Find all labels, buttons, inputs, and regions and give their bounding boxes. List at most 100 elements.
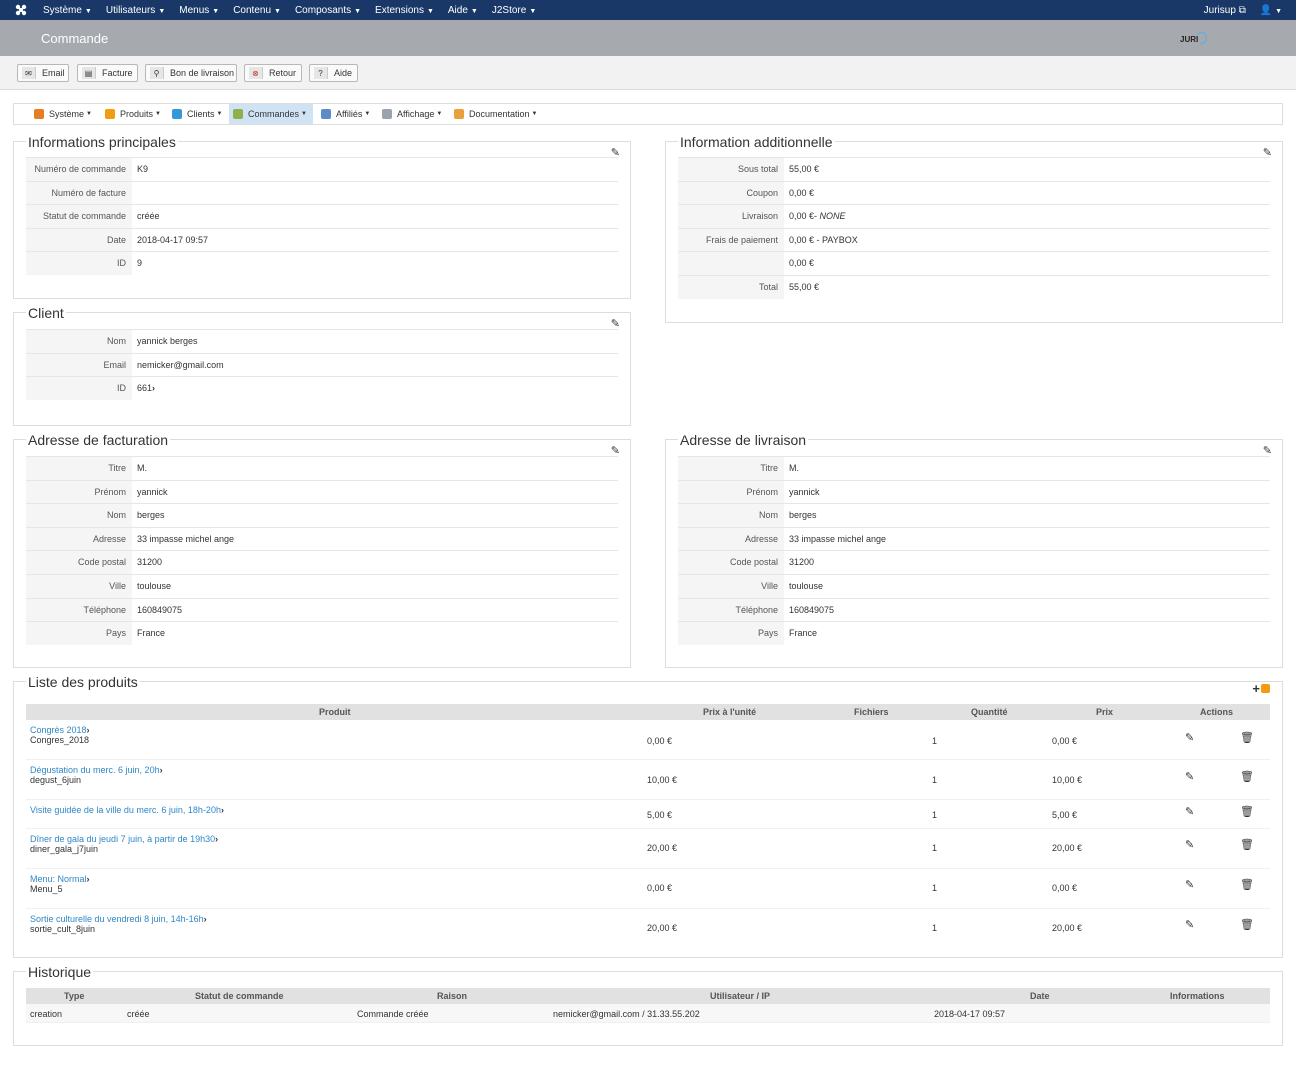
trash-icon[interactable]: 🗑 [1240, 731, 1254, 744]
svg-text:JURI: JURI [1180, 35, 1198, 44]
submenu-affilies[interactable]: Affiliés ▼ [317, 104, 374, 124]
product-link[interactable]: Congrès 2018 [30, 725, 87, 735]
add-product-button[interactable]: + [1252, 681, 1270, 696]
trash-icon[interactable]: 🗑 [1240, 805, 1254, 818]
edit-pencil-icon[interactable]: ✎ [1185, 731, 1194, 744]
field-label: Nom [26, 330, 132, 353]
menu-composants[interactable]: Composants ▼ [288, 5, 368, 16]
price: 5,00 € [1052, 810, 1078, 820]
help-button[interactable]: ? Aide [309, 64, 358, 82]
submenu-affichage[interactable]: Affichage ▼ [378, 104, 446, 124]
field-value: créée [137, 211, 160, 222]
users-icon [172, 109, 182, 119]
field-row: Numéro de facture [26, 180, 618, 205]
field-label: Téléphone [26, 598, 132, 622]
submenu-label: Produits [120, 109, 154, 119]
chevron-right-icon[interactable]: › [221, 805, 224, 815]
shipping-address-panel: Adresse de livraison ✎ Titre M. Prénom yan… [665, 432, 1283, 668]
field-label: ID [26, 252, 132, 275]
panel-legend: Informations principales [26, 134, 178, 150]
invoice-button[interactable]: ▤ Facture [77, 64, 138, 82]
menu-label: Système [43, 4, 82, 16]
menu-utilisateurs[interactable]: Utilisateurs ▼ [99, 5, 172, 16]
trash-icon[interactable]: 🗑 [1240, 838, 1254, 851]
chevron-right-icon[interactable]: › [87, 725, 90, 735]
field-row: Nom berges [678, 503, 1270, 527]
button-label: Retour [269, 68, 297, 78]
chevron-right-icon[interactable]: › [204, 914, 207, 924]
page-title: Commande [41, 31, 109, 46]
field-value: 2018-04-17 09:57 [137, 234, 209, 245]
action-toolbar: ✉ Email ▤ Facture ⚲ Bon de livraison ⊗ Retou… [0, 56, 1296, 90]
field-label: Coupon [678, 181, 784, 205]
submenu-clients[interactable]: Clients ▼ [168, 104, 226, 124]
edit-pencil-icon[interactable]: ✎ [1185, 878, 1194, 891]
chevron-right-icon[interactable]: › [87, 874, 90, 884]
submenu-produits[interactable]: Produits ▼ [101, 104, 165, 124]
trash-icon[interactable]: 🗑 [1240, 878, 1254, 891]
panel-legend: Client [26, 305, 66, 321]
product-link[interactable]: Visite guidée de la ville du merc. 6 jui… [30, 805, 221, 815]
product-link[interactable]: Dégustation du merc. 6 juin, 20h [30, 765, 160, 775]
column-header: Quantité [971, 707, 1008, 717]
edit-pencil-icon[interactable]: ✎ [1185, 918, 1194, 931]
field-row: Téléphone 160849075 [26, 597, 618, 622]
chevron-right-icon[interactable]: › [215, 834, 218, 844]
edit-pencil-icon[interactable]: ✎ [1185, 838, 1194, 851]
submenu-commandes[interactable]: Commandes ▼ [229, 104, 313, 124]
caret-down-icon: ▼ [354, 7, 362, 15]
field-row: Ville toulouse [26, 573, 618, 598]
display-icon [382, 109, 392, 119]
topbar-right: Jurisup ⧉ 👤 ▼ [1204, 0, 1282, 20]
field-label: Date [26, 228, 132, 252]
field-row: Livraison 0,00 €- NONE [678, 204, 1270, 228]
user-menu[interactable]: 👤 ▼ [1260, 5, 1282, 16]
documentation-icon [454, 109, 464, 119]
column-header: Raison [437, 991, 468, 1001]
site-link[interactable]: Jurisup ⧉ [1204, 5, 1246, 16]
field-value: 55,00 € [789, 164, 820, 174]
unit-price: 20,00 € [647, 843, 678, 853]
product-sku: degust_6juin [30, 775, 82, 785]
caret-down-icon: ▼ [158, 7, 166, 15]
field-label: Code postal [678, 551, 784, 574]
column-header: Date [1030, 991, 1050, 1001]
product-link[interactable]: Menu: Normal [30, 874, 87, 884]
product-link[interactable]: Dîner de gala du jeudi 7 juin, à partir … [30, 834, 215, 844]
submenu-documentation[interactable]: Documentation ▼ [450, 104, 542, 124]
field-value: toulouse [137, 580, 172, 591]
trash-icon[interactable]: 🗑 [1240, 918, 1254, 931]
billing-table: Titre M. Prénom yannick Nom berges Adresse 3… [26, 456, 618, 645]
chevron-right-icon[interactable]: › [160, 765, 163, 775]
email-button[interactable]: ✉ Email [17, 64, 69, 82]
back-button[interactable]: ⊗ Retour [244, 64, 302, 82]
orders-icon [233, 109, 243, 119]
menu-contenu[interactable]: Contenu ▼ [226, 5, 288, 16]
field-row: Code postal 31200 [678, 550, 1270, 574]
caret-down-icon: ▼ [86, 111, 92, 117]
menu-systeme[interactable]: Système ▼ [36, 5, 99, 16]
delivery-note-button[interactable]: ⚲ Bon de livraison [145, 64, 237, 82]
joomla-logo-icon[interactable] [14, 3, 28, 17]
menu-menus[interactable]: Menus ▼ [172, 5, 226, 16]
menu-j2store[interactable]: J2Store ▼ [485, 5, 543, 16]
cancel-icon: ⊗ [249, 67, 263, 79]
shipping-method: NONE [819, 211, 846, 222]
product-cell: Visite guidée de la ville du merc. 6 jui… [30, 805, 224, 815]
chevron-right-icon[interactable]: › [152, 383, 155, 393]
menu-aide[interactable]: Aide ▼ [441, 5, 485, 16]
submenu-systeme[interactable]: Système ▼ [30, 104, 96, 124]
trash-icon[interactable]: 🗑 [1240, 770, 1254, 783]
quantity: 1 [932, 923, 938, 933]
caret-down-icon: ▼ [529, 7, 537, 15]
product-link[interactable]: Sortie culturelle du vendredi 8 juin, 14… [30, 914, 204, 924]
product-cell: Menu: Normal› Menu_5 [30, 874, 90, 894]
field-value: 33 impasse michel ange [789, 533, 887, 544]
menu-extensions[interactable]: Extensions ▼ [368, 5, 441, 16]
column-header: Prix à l'unité [703, 707, 757, 717]
caret-down-icon: ▼ [1275, 7, 1282, 15]
column-header: Actions [1200, 707, 1234, 717]
edit-pencil-icon[interactable]: ✎ [1185, 770, 1194, 783]
edit-pencil-icon[interactable]: ✎ [1185, 805, 1194, 818]
field-value: M. [789, 463, 799, 473]
